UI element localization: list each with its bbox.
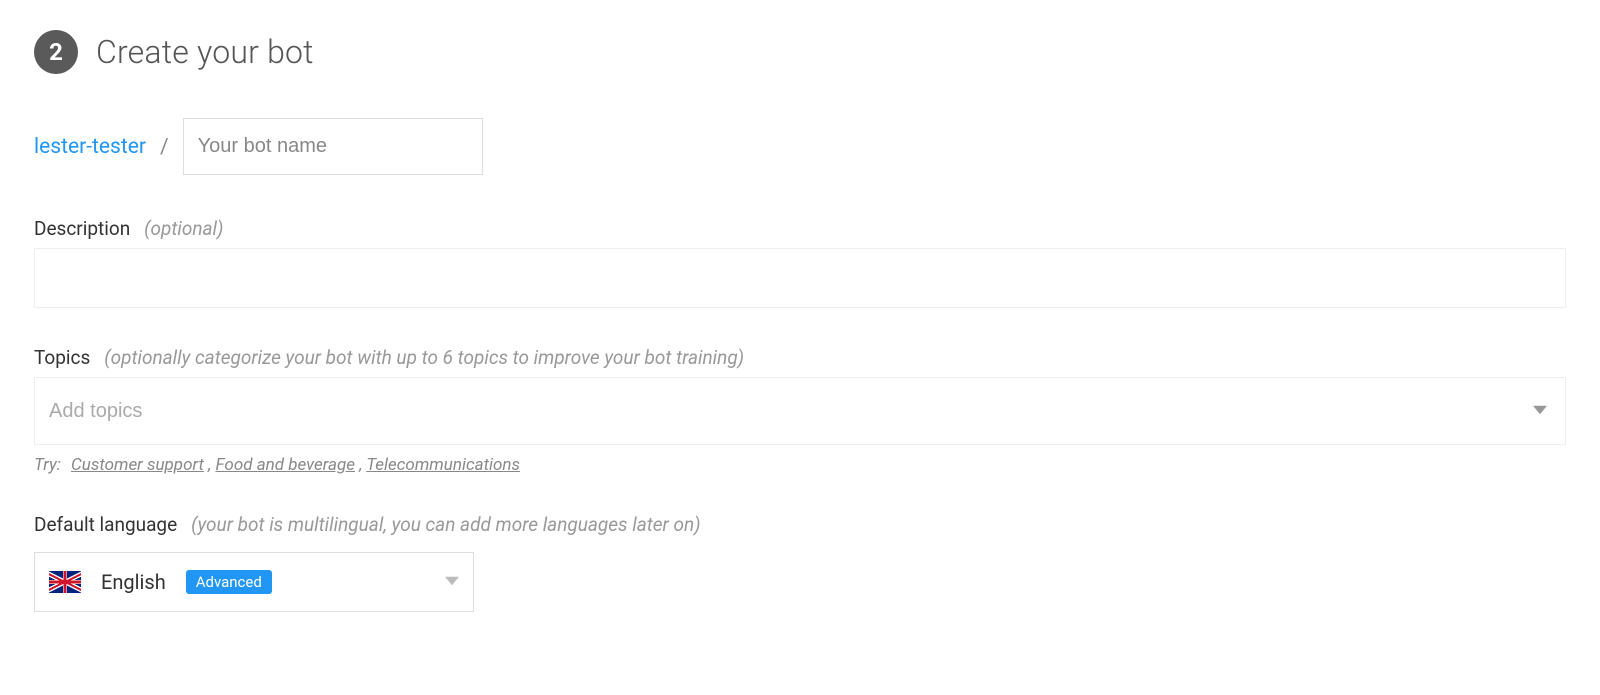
topics-hint: (optionally categorize your bot with up … (104, 346, 744, 369)
language-label: Default language (34, 513, 177, 536)
bot-name-input[interactable] (183, 118, 483, 175)
topics-input[interactable] (35, 382, 1515, 441)
caret-down-icon (445, 573, 459, 592)
step-number-badge: 2 (34, 30, 78, 74)
description-hint: (optional) (144, 217, 223, 240)
language-selected: English (101, 570, 166, 594)
description-input[interactable] (34, 248, 1566, 308)
topic-suggestion[interactable]: Telecommunications (366, 455, 520, 475)
topics-select[interactable] (34, 377, 1566, 445)
flag-uk-icon (49, 571, 81, 593)
language-badge: Advanced (186, 570, 272, 594)
caret-down-icon[interactable] (1515, 402, 1565, 421)
topics-try-label: Try: (34, 455, 61, 475)
topic-suggestion[interactable]: Customer support (71, 455, 204, 475)
page-title: Create your bot (96, 33, 314, 71)
description-label: Description (34, 217, 130, 240)
org-link[interactable]: lester-tester (34, 135, 146, 159)
topic-suggestion[interactable]: Food and beverage (215, 455, 355, 475)
path-separator: / (160, 135, 169, 159)
language-hint: (your bot is multilingual, you can add m… (191, 513, 700, 536)
topics-label: Topics (34, 346, 90, 369)
language-select[interactable]: English Advanced (34, 552, 474, 612)
